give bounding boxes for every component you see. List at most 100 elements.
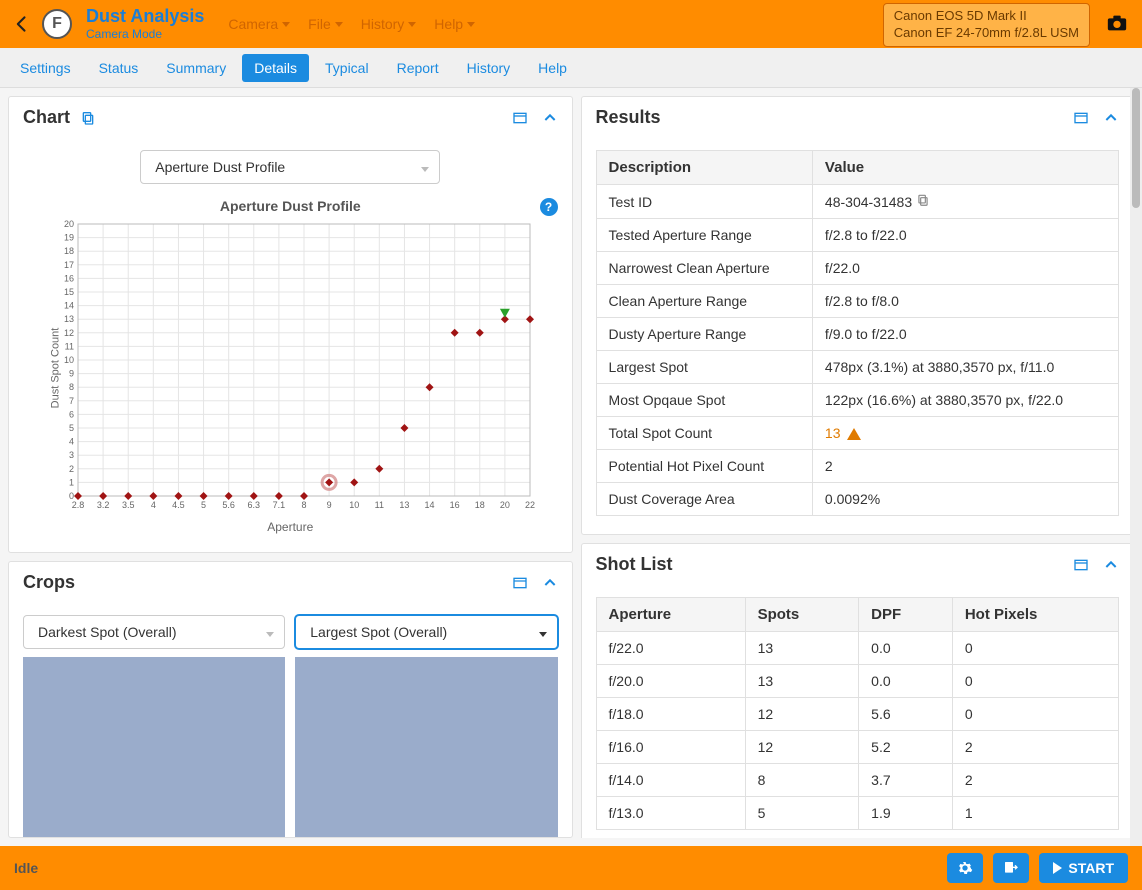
help-icon[interactable]: ? bbox=[540, 198, 558, 216]
shotlist-cell: 1 bbox=[952, 797, 1118, 830]
table-row: Test ID48-304-31483 bbox=[596, 185, 1118, 219]
window-icon[interactable] bbox=[1073, 110, 1089, 126]
tab-report[interactable]: Report bbox=[385, 54, 451, 82]
chart-panel: Chart Aperture Dust Profile Aperture Dus bbox=[8, 96, 573, 553]
crops-panel-header: Crops bbox=[9, 562, 572, 603]
svg-text:11: 11 bbox=[65, 341, 74, 351]
scrollbar-thumb[interactable] bbox=[1132, 88, 1140, 208]
window-icon[interactable] bbox=[512, 110, 528, 126]
window-icon[interactable] bbox=[512, 575, 528, 591]
copy-icon[interactable] bbox=[80, 110, 96, 126]
start-button-label: START bbox=[1068, 860, 1114, 876]
shotlist-cell: 0 bbox=[952, 665, 1118, 698]
svg-text:13: 13 bbox=[400, 500, 410, 510]
svg-text:6.3: 6.3 bbox=[248, 500, 261, 510]
menu-file[interactable]: File bbox=[308, 16, 343, 32]
shotlist-cell: 3.7 bbox=[859, 764, 953, 797]
svg-text:19: 19 bbox=[64, 233, 74, 243]
menu-help[interactable]: Help bbox=[434, 16, 475, 32]
tab-status[interactable]: Status bbox=[87, 54, 151, 82]
footer-bar: Idle START bbox=[0, 846, 1142, 890]
chevron-down-icon bbox=[467, 22, 475, 27]
shotlist-cell: 5.6 bbox=[859, 698, 953, 731]
shotlist-cell: f/20.0 bbox=[596, 665, 745, 698]
svg-text:8: 8 bbox=[69, 382, 74, 392]
svg-text:3: 3 bbox=[69, 450, 74, 460]
app-logo-icon: F bbox=[42, 9, 72, 39]
scrollbar[interactable] bbox=[1130, 88, 1142, 846]
camera-lens-label: Canon EF 24-70mm f/2.8L USM bbox=[894, 25, 1079, 42]
tab-typical[interactable]: Typical bbox=[313, 54, 381, 82]
svg-text:5: 5 bbox=[201, 500, 206, 510]
svg-text:18: 18 bbox=[475, 500, 485, 510]
result-value: f/9.0 to f/22.0 bbox=[812, 318, 1118, 351]
tab-settings[interactable]: Settings bbox=[8, 54, 83, 82]
menu-history[interactable]: History bbox=[361, 16, 417, 32]
results-table: Description Value Test ID48-304-31483 Te… bbox=[596, 150, 1119, 516]
play-icon bbox=[1053, 862, 1062, 874]
chart-xlabel: Aperture bbox=[23, 520, 558, 534]
result-desc: Dusty Aperture Range bbox=[596, 318, 812, 351]
copy-icon[interactable] bbox=[916, 193, 930, 207]
svg-text:1: 1 bbox=[69, 477, 74, 487]
results-panel: Results Description Value Test ID48-304-… bbox=[581, 96, 1134, 535]
shotlist-cell: 0.0 bbox=[859, 632, 953, 665]
start-button[interactable]: START bbox=[1039, 853, 1128, 883]
shotlist-cell: 0 bbox=[952, 698, 1118, 731]
svg-text:20: 20 bbox=[500, 500, 510, 510]
result-value: f/2.8 to f/22.0 bbox=[812, 219, 1118, 252]
result-desc: Clean Aperture Range bbox=[596, 285, 812, 318]
shotlist-panel: Shot List ApertureSpotsDPFHot Pixels f/2… bbox=[581, 543, 1134, 838]
svg-text:2: 2 bbox=[69, 464, 74, 474]
shotlist-cell: 13 bbox=[745, 632, 859, 665]
shotlist-panel-header: Shot List bbox=[582, 544, 1133, 585]
tab-details[interactable]: Details bbox=[242, 54, 309, 82]
svg-text:13: 13 bbox=[64, 314, 74, 324]
svg-text:4: 4 bbox=[69, 437, 74, 447]
chevron-up-icon[interactable] bbox=[542, 575, 558, 591]
crop-select-darkest[interactable]: Darkest Spot (Overall) bbox=[23, 615, 285, 649]
shotlist-cell: f/18.0 bbox=[596, 698, 745, 731]
tab-summary[interactable]: Summary bbox=[154, 54, 238, 82]
svg-text:9: 9 bbox=[69, 369, 74, 379]
menu-camera[interactable]: Camera bbox=[228, 16, 290, 32]
tab-history[interactable]: History bbox=[455, 54, 523, 82]
app-title: Dust Analysis bbox=[86, 7, 204, 27]
crop-image-largest bbox=[295, 657, 557, 838]
svg-text:3.2: 3.2 bbox=[97, 500, 110, 510]
svg-text:17: 17 bbox=[64, 260, 74, 270]
result-value: 2 bbox=[812, 450, 1118, 483]
chevron-up-icon[interactable] bbox=[542, 110, 558, 126]
camera-icon[interactable] bbox=[1106, 12, 1128, 34]
chevron-up-icon[interactable] bbox=[1103, 110, 1119, 126]
shotlist-cell: 5.2 bbox=[859, 731, 953, 764]
result-desc: Potential Hot Pixel Count bbox=[596, 450, 812, 483]
shotlist-col: Hot Pixels bbox=[952, 598, 1118, 632]
results-panel-title: Results bbox=[596, 107, 661, 128]
result-value: 0.0092% bbox=[812, 483, 1118, 516]
chevron-down-icon bbox=[421, 159, 429, 175]
crops-panel: Crops Darkest Spot (Overall) bbox=[8, 561, 573, 838]
top-bar: F Dust Analysis Camera Mode Camera File … bbox=[0, 0, 1142, 48]
table-row: Dust Coverage Area0.0092% bbox=[596, 483, 1118, 516]
camera-body-label: Canon EOS 5D Mark II bbox=[894, 8, 1079, 25]
tab-help[interactable]: Help bbox=[526, 54, 579, 82]
gear-button[interactable] bbox=[947, 853, 983, 883]
chart-type-select[interactable]: Aperture Dust Profile bbox=[140, 150, 440, 184]
svg-text:14: 14 bbox=[425, 500, 435, 510]
svg-text:6: 6 bbox=[69, 409, 74, 419]
result-desc: Total Spot Count bbox=[596, 417, 812, 450]
svg-text:14: 14 bbox=[64, 301, 74, 311]
chevron-up-icon[interactable] bbox=[1103, 557, 1119, 573]
table-row: Most Opqaue Spot122px (16.6%) at 3880,35… bbox=[596, 384, 1118, 417]
svg-text:9: 9 bbox=[327, 500, 332, 510]
crop-select-largest[interactable]: Largest Spot (Overall) bbox=[295, 615, 557, 649]
shotlist-cell: 5 bbox=[745, 797, 859, 830]
back-arrow-icon[interactable] bbox=[12, 14, 32, 34]
crops-panel-title: Crops bbox=[23, 572, 75, 593]
shotlist-cell: 12 bbox=[745, 698, 859, 731]
chart-ylabel: Dust Spot Count bbox=[49, 328, 61, 409]
table-row: Potential Hot Pixel Count2 bbox=[596, 450, 1118, 483]
export-button[interactable] bbox=[993, 853, 1029, 883]
window-icon[interactable] bbox=[1073, 557, 1089, 573]
